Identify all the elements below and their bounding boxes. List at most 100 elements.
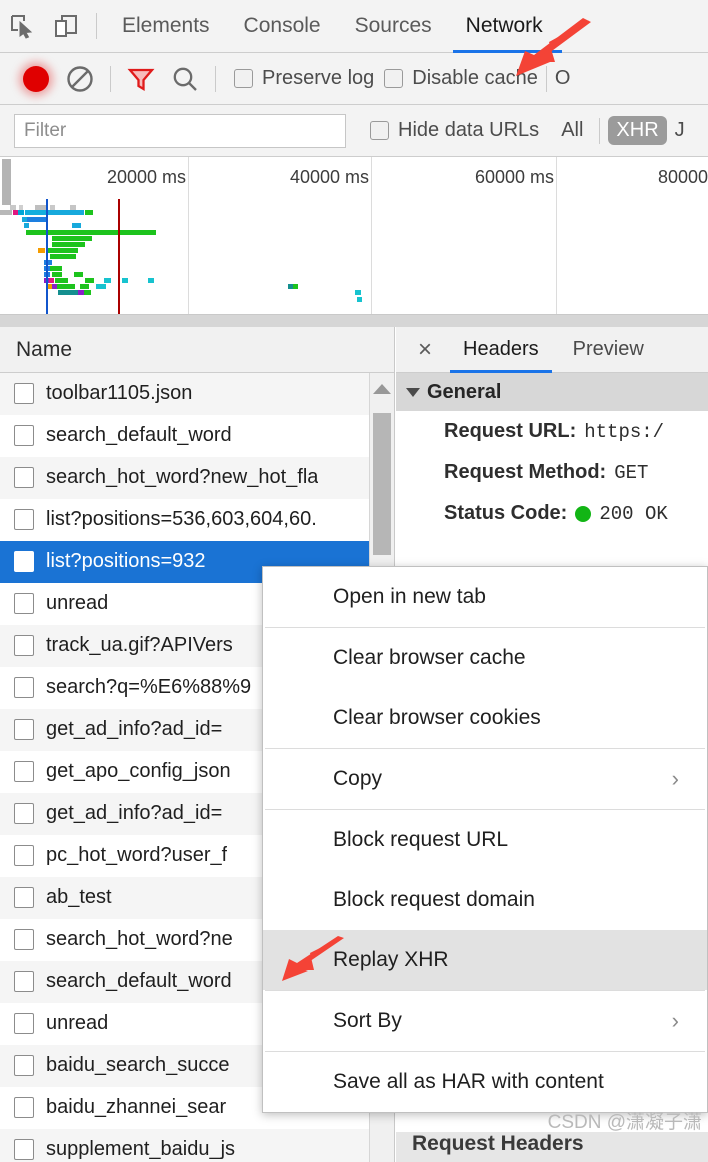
- request-row-checkbox[interactable]: [14, 509, 34, 530]
- network-timeline-overview[interactable]: 20000 ms 40000 ms 60000 ms 80000: [0, 157, 708, 315]
- context-menu-item[interactable]: Sort By›: [263, 991, 707, 1051]
- search-icon[interactable]: [163, 57, 207, 101]
- request-row-name: search_hot_word?new_hot_fla: [46, 466, 318, 489]
- request-row-checkbox[interactable]: [14, 803, 34, 824]
- tab-preview[interactable]: Preview: [558, 327, 659, 373]
- column-header-name[interactable]: Name: [0, 327, 394, 373]
- overview-tick-20000: 20000 ms: [107, 167, 186, 188]
- overview-rail: [2, 159, 11, 205]
- context-menu-item[interactable]: Open in new tab: [263, 567, 707, 627]
- request-row-checkbox[interactable]: [14, 1139, 34, 1160]
- devtools-tabstrip: Elements Console Sources Network: [0, 0, 708, 53]
- context-menu-item[interactable]: Save all as HAR with content: [263, 1052, 707, 1112]
- request-url-value: https:/: [584, 421, 664, 443]
- chevron-down-icon: [406, 388, 420, 397]
- tab-console[interactable]: Console: [227, 0, 338, 53]
- request-row-checkbox[interactable]: [14, 929, 34, 950]
- overview-bar: [74, 272, 83, 277]
- general-section-header[interactable]: General: [396, 373, 708, 411]
- request-row-checkbox[interactable]: [14, 1097, 34, 1118]
- context-menu-item[interactable]: Clear browser cache: [263, 628, 707, 688]
- filter-input[interactable]: Filter: [14, 114, 346, 148]
- network-filter-bar: Filter Hide data URLs All XHR J: [0, 105, 708, 157]
- overview-bar: [49, 278, 54, 283]
- tab-headers[interactable]: Headers: [448, 327, 554, 373]
- request-row-name: supplement_baidu_js: [46, 1138, 235, 1161]
- overview-bar: [48, 210, 84, 215]
- request-row-checkbox[interactable]: [14, 425, 34, 446]
- context-menu-item[interactable]: Block request URL: [263, 810, 707, 870]
- network-control-toolbar: Preserve log Disable cache O: [0, 53, 708, 105]
- status-code-value: 200 OK: [599, 503, 667, 525]
- clear-icon[interactable]: [58, 57, 102, 101]
- request-headers-section-label[interactable]: Request Headers: [396, 1132, 708, 1162]
- overview-bar: [18, 210, 24, 215]
- request-row-name: search_default_word: [46, 424, 232, 447]
- record-icon[interactable]: [14, 57, 58, 101]
- request-row-checkbox[interactable]: [14, 719, 34, 740]
- request-row-checkbox[interactable]: [14, 971, 34, 992]
- filter-icon[interactable]: [119, 57, 163, 101]
- inspect-element-icon[interactable]: [0, 4, 44, 48]
- filter-type-js[interactable]: J: [667, 116, 693, 145]
- status-ok-dot-icon: [575, 506, 591, 522]
- request-row-checkbox[interactable]: [14, 467, 34, 488]
- request-row-checkbox[interactable]: [14, 761, 34, 782]
- request-row-checkbox[interactable]: [14, 551, 34, 572]
- request-row-checkbox[interactable]: [14, 845, 34, 866]
- request-row[interactable]: toolbar1105.json: [0, 373, 394, 415]
- tab-elements[interactable]: Elements: [105, 0, 227, 53]
- tab-sources[interactable]: Sources: [338, 0, 449, 53]
- overview-gridline: [188, 157, 189, 314]
- hide-data-urls-box[interactable]: [370, 121, 389, 140]
- close-icon[interactable]: ×: [406, 336, 444, 364]
- overview-bar: [57, 284, 75, 289]
- dom-content-loaded-line: [46, 199, 48, 314]
- filter-placeholder: Filter: [24, 120, 66, 142]
- annotation-arrow-replay-xhr: [278, 936, 348, 984]
- request-row-name: get_ad_info?ad_id=: [46, 718, 222, 741]
- overview-bar: [357, 297, 362, 302]
- hide-data-urls-checkbox[interactable]: Hide data URLs: [370, 119, 539, 142]
- network-context-menu[interactable]: Open in new tabClear browser cacheClear …: [262, 566, 708, 1113]
- request-row[interactable]: list?positions=536,603,604,60.: [0, 499, 394, 541]
- request-row-name: unread: [46, 1012, 108, 1035]
- chevron-right-icon: ›: [672, 766, 679, 792]
- request-row-checkbox[interactable]: [14, 1055, 34, 1076]
- request-row-checkbox[interactable]: [14, 383, 34, 404]
- overview-tick-40000: 40000 ms: [290, 167, 369, 188]
- disable-cache-box[interactable]: [384, 69, 403, 88]
- overview-bar: [55, 278, 68, 283]
- overview-bar: [46, 248, 78, 253]
- pane-splitter[interactable]: [0, 315, 708, 327]
- overview-bar: [104, 278, 111, 283]
- scrollbar-thumb[interactable]: [373, 413, 391, 555]
- request-row-checkbox[interactable]: [14, 635, 34, 656]
- request-row-checkbox[interactable]: [14, 1013, 34, 1034]
- overview-bar: [25, 210, 47, 215]
- request-method-field: Request Method: GET: [396, 452, 708, 493]
- request-row[interactable]: supplement_baidu_js: [0, 1129, 394, 1162]
- overview-bar: [293, 284, 298, 289]
- filter-type-xhr[interactable]: XHR: [608, 116, 666, 145]
- request-row[interactable]: search_hot_word?new_hot_fla: [0, 457, 394, 499]
- overview-bar: [50, 266, 62, 271]
- context-menu-item[interactable]: Copy›: [263, 749, 707, 809]
- load-event-line: [118, 199, 120, 314]
- overview-bar: [58, 290, 78, 295]
- filter-type-all[interactable]: All: [553, 116, 591, 145]
- preserve-log-box[interactable]: [234, 69, 253, 88]
- overview-bar: [0, 210, 12, 215]
- context-menu-item[interactable]: Block request domain: [263, 870, 707, 930]
- context-menu-item[interactable]: Clear browser cookies: [263, 688, 707, 748]
- request-row-name: track_ua.gif?APIVers: [46, 634, 233, 657]
- overview-bar: [52, 242, 85, 247]
- request-row[interactable]: search_default_word: [0, 415, 394, 457]
- overview-bar: [72, 223, 81, 228]
- scroll-up-arrow-icon[interactable]: [373, 384, 391, 394]
- device-toolbar-icon[interactable]: [44, 4, 88, 48]
- request-row-checkbox[interactable]: [14, 677, 34, 698]
- preserve-log-checkbox[interactable]: Preserve log: [234, 67, 374, 90]
- request-row-checkbox[interactable]: [14, 593, 34, 614]
- request-row-checkbox[interactable]: [14, 887, 34, 908]
